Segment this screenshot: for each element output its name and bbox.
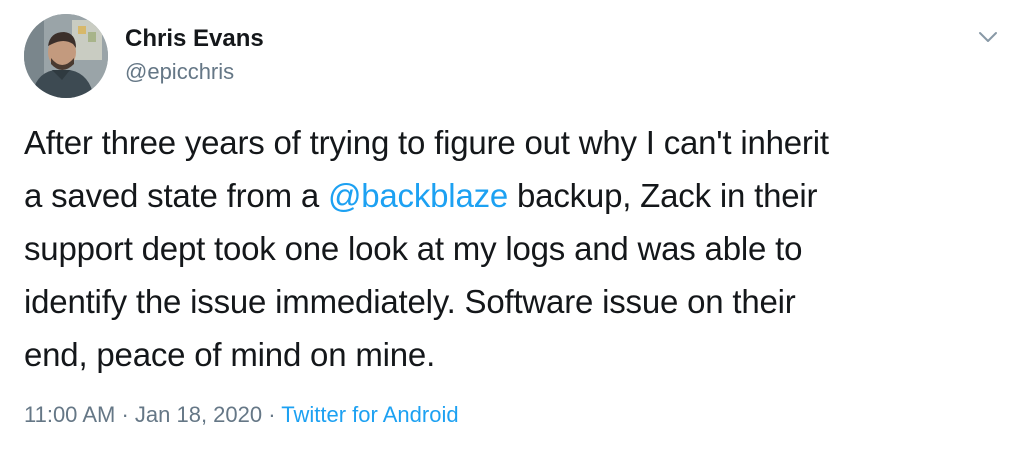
- tweet-menu-button[interactable]: [972, 24, 1004, 50]
- avatar-photo: [24, 14, 108, 98]
- tweet-text-line: identify the issue immediately. Software…: [24, 283, 796, 320]
- tweet-text-line: support dept took one look at my logs an…: [24, 230, 803, 267]
- tweet-text-line: end, peace of mind on mine.: [24, 336, 436, 373]
- tweet-text-line: After three years of trying to figure ou…: [24, 124, 829, 161]
- tweet-date[interactable]: Jan 18, 2020: [135, 402, 262, 427]
- mention-link[interactable]: @backblaze: [328, 177, 508, 214]
- tweet-text-segment: backup, Zack in their: [508, 177, 818, 214]
- author-display-name[interactable]: Chris Evans: [125, 24, 264, 54]
- author-handle[interactable]: @epicchris: [125, 57, 234, 87]
- avatar[interactable]: [24, 14, 108, 98]
- tweet-source-link[interactable]: Twitter for Android: [281, 402, 458, 427]
- tweet-meta: 11:00 AM · Jan 18, 2020 · Twitter for An…: [24, 400, 459, 430]
- tweet-text-line: a saved state from a @backblaze backup, …: [24, 169, 1004, 222]
- tweet-text: After three years of trying to figure ou…: [24, 116, 1004, 381]
- chevron-down-icon: [979, 32, 997, 42]
- tweet-card: Chris Evans @epicchris After three years…: [0, 0, 1024, 454]
- tweet-text-segment: a saved state from a: [24, 177, 328, 214]
- meta-separator: ·: [115, 402, 135, 427]
- tweet-time[interactable]: 11:00 AM: [24, 402, 115, 427]
- meta-separator: ·: [262, 402, 282, 427]
